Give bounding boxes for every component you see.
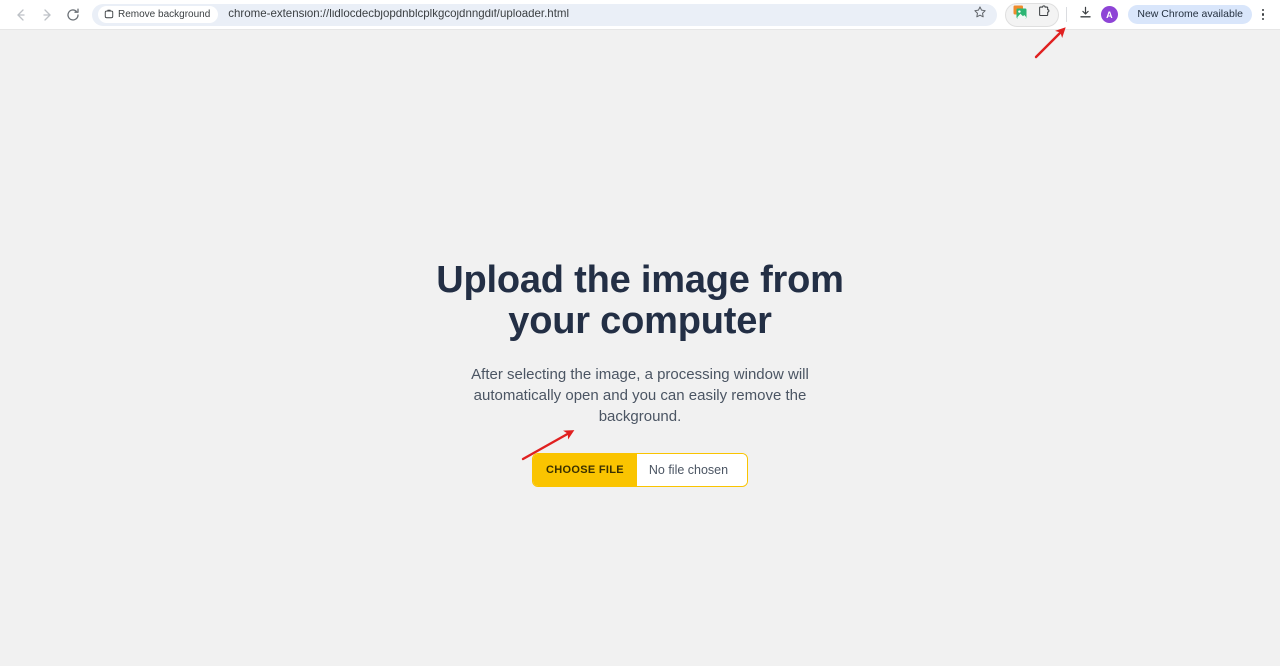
- chrome-update-button[interactable]: New Chrome available: [1128, 5, 1252, 24]
- uploader-page: Upload the image from your computer Afte…: [0, 30, 1280, 666]
- bookmark-button[interactable]: [969, 4, 991, 26]
- reload-button[interactable]: [60, 2, 86, 28]
- arrow-left-icon: [13, 7, 29, 23]
- extension-badge-icon: [104, 6, 114, 24]
- extensions-group: [1005, 2, 1060, 27]
- uploader-hero: Upload the image from your computer Afte…: [0, 259, 1280, 488]
- page-title: Upload the image from your computer: [436, 259, 844, 343]
- choose-file-button[interactable]: CHOOSE FILE: [533, 454, 637, 487]
- kebab-menu-icon-dot: [1261, 13, 1265, 16]
- reload-icon: [65, 7, 81, 23]
- downloads-button[interactable]: [1074, 4, 1096, 26]
- arrow-right-icon: [39, 7, 55, 23]
- kebab-menu-icon-dot: [1261, 17, 1265, 21]
- image-extension-icon: [1012, 4, 1028, 25]
- toolbar-actions: A New Chrome available: [1005, 2, 1272, 27]
- selected-file-name: No file chosen: [636, 454, 747, 487]
- avatar: A: [1100, 6, 1118, 23]
- profile-button[interactable]: A: [1098, 4, 1120, 26]
- extensions-button[interactable]: [1033, 4, 1055, 26]
- star-icon: [973, 5, 987, 24]
- address-bar[interactable]: Remove background chrome-extension://lid…: [92, 3, 998, 26]
- kebab-menu-icon: [1261, 8, 1265, 12]
- back-button[interactable]: [8, 2, 34, 28]
- forward-button[interactable]: [34, 2, 60, 28]
- browser-toolbar: Remove background chrome-extension://lid…: [0, 0, 1280, 30]
- puzzle-piece-icon: [1037, 4, 1052, 25]
- extension-origin-label: Remove background: [118, 8, 211, 20]
- remove-background-extension-button[interactable]: [1009, 4, 1031, 26]
- file-upload-control[interactable]: CHOOSE FILE No file chosen: [532, 453, 748, 488]
- address-bar-url: chrome-extension://lidlocdecbjopdnblcplk…: [228, 8, 570, 20]
- page-subtitle: After selecting the image, a processing …: [471, 366, 809, 426]
- download-icon: [1078, 5, 1093, 25]
- chrome-menu-button[interactable]: [1254, 4, 1272, 26]
- extension-origin-chip[interactable]: Remove background: [98, 6, 219, 24]
- chrome-update-label: New Chrome available: [1137, 8, 1243, 21]
- toolbar-divider: [1066, 7, 1068, 22]
